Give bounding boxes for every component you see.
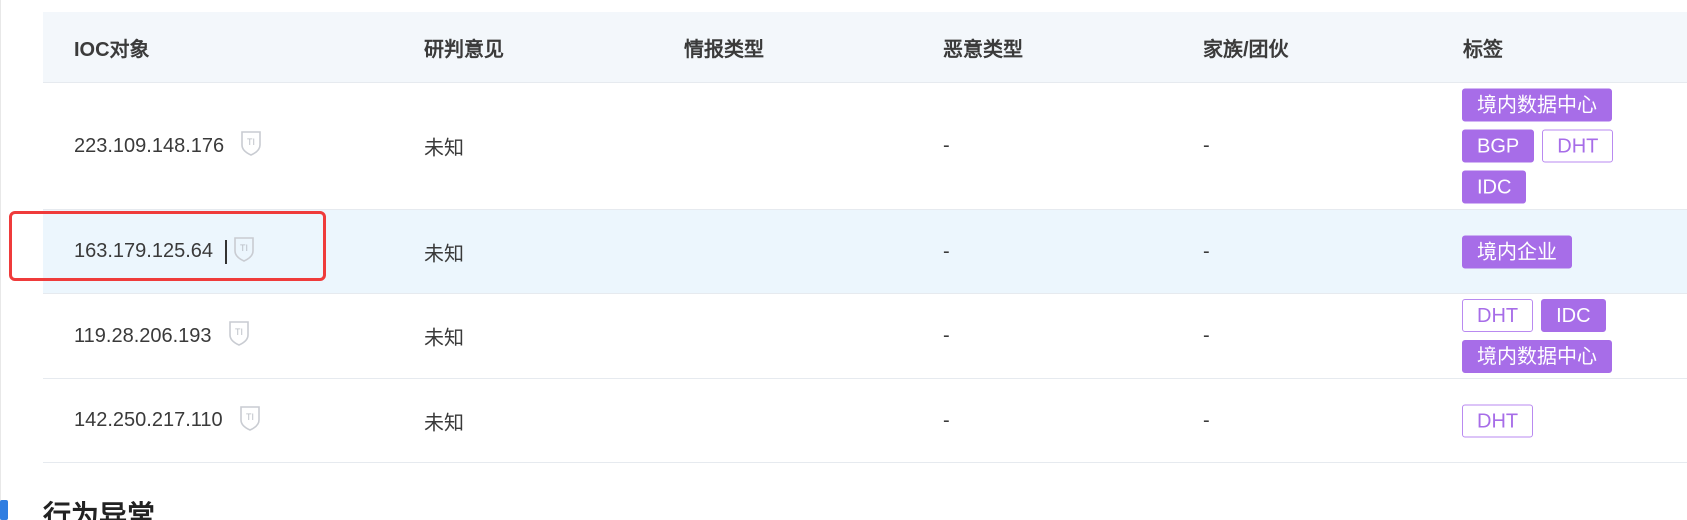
tag-badge[interactable]: BGP <box>1462 129 1535 163</box>
header-ioc: IOC对象 <box>74 38 150 61</box>
table-row[interactable]: 163.179.125.64 TI 未知 - - 境内企业 <box>43 210 1687 294</box>
table-row[interactable]: 142.250.217.110 TI 未知 - - DHT <box>43 379 1687 463</box>
ip-link[interactable]: 223.109.148.176 <box>74 135 224 158</box>
ip-link[interactable]: 142.250.217.110 <box>74 409 223 432</box>
tag-list: DHT IDC 境内数据中心 <box>1462 299 1632 373</box>
table-row[interactable]: 223.109.148.176 TI 未知 - - 境内数据中心 BGP DHT IDC <box>43 83 1687 210</box>
table-body: 223.109.148.176 TI 未知 - - 境内数据中心 BGP DHT IDC 163.… <box>43 83 1687 463</box>
table-row[interactable]: 119.28.206.193 TI 未知 - - DHT IDC 境内数据中心 <box>43 294 1687 379</box>
tag-badge[interactable]: DHT <box>1542 129 1614 163</box>
tag-list: DHT <box>1462 404 1632 437</box>
svg-text:TI: TI <box>247 137 255 147</box>
ioc-table: IOC对象 研判意见 情报类型 恶意类型 家族/团伙 标签 223.109.14… <box>43 12 1687 463</box>
verdict-cell: 未知 <box>424 412 464 434</box>
svg-text:TI: TI <box>246 412 254 422</box>
ti-shield-icon[interactable]: TI <box>233 236 255 268</box>
malicious-type-cell: - <box>943 134 950 157</box>
verdict-cell: 未知 <box>424 137 464 160</box>
tag-badge[interactable]: IDC <box>1541 299 1606 332</box>
ti-shield-icon[interactable]: TI <box>228 320 250 352</box>
tag-list: 境内企业 <box>1462 235 1632 268</box>
header-malicious-type: 恶意类型 <box>943 38 1023 61</box>
ioc-cell: 119.28.206.193 TI <box>74 320 250 352</box>
tag-badge[interactable]: 境内数据中心 <box>1462 340 1612 373</box>
tag-badge[interactable]: 境内数据中心 <box>1462 88 1612 122</box>
tag-badge[interactable]: 境内企业 <box>1462 235 1572 268</box>
family-cell: - <box>1203 409 1210 431</box>
ioc-cell: 142.250.217.110 TI <box>74 405 261 437</box>
family-cell: - <box>1203 324 1210 347</box>
svg-text:TI: TI <box>235 327 243 337</box>
table-header: IOC对象 研判意见 情报类型 恶意类型 家族/团伙 标签 <box>43 12 1687 83</box>
tag-badge[interactable]: DHT <box>1462 404 1534 437</box>
ip-link[interactable]: 119.28.206.193 <box>74 325 212 348</box>
malicious-type-cell: - <box>943 240 950 262</box>
section-accent-bar <box>0 500 8 520</box>
ti-shield-icon[interactable]: TI <box>239 405 261 437</box>
ioc-cell: 163.179.125.64 TI <box>74 236 255 268</box>
verdict-cell: 未知 <box>424 243 464 265</box>
text-cursor <box>225 239 228 264</box>
ip-link[interactable]: 163.179.125.64 <box>74 240 213 263</box>
tag-list: 境内数据中心 BGP DHT IDC <box>1462 88 1632 204</box>
malicious-type-cell: - <box>943 324 950 347</box>
ti-shield-icon[interactable]: TI <box>240 130 262 162</box>
section-title: 行为异常 <box>43 500 156 520</box>
left-divider <box>0 0 1 520</box>
tag-badge[interactable]: DHT <box>1462 299 1534 332</box>
header-verdict: 研判意见 <box>424 38 504 61</box>
svg-text:TI: TI <box>240 243 248 253</box>
header-family: 家族/团伙 <box>1203 38 1289 61</box>
header-tags: 标签 <box>1463 38 1503 61</box>
family-cell: - <box>1203 134 1210 157</box>
family-cell: - <box>1203 240 1210 262</box>
header-intel-type: 情报类型 <box>684 38 764 61</box>
ioc-cell: 223.109.148.176 TI <box>74 130 262 162</box>
page: IOC对象 研判意见 情报类型 恶意类型 家族/团伙 标签 223.109.14… <box>0 0 1687 520</box>
tag-badge[interactable]: IDC <box>1462 170 1527 204</box>
malicious-type-cell: - <box>943 409 950 431</box>
verdict-cell: 未知 <box>424 327 464 350</box>
